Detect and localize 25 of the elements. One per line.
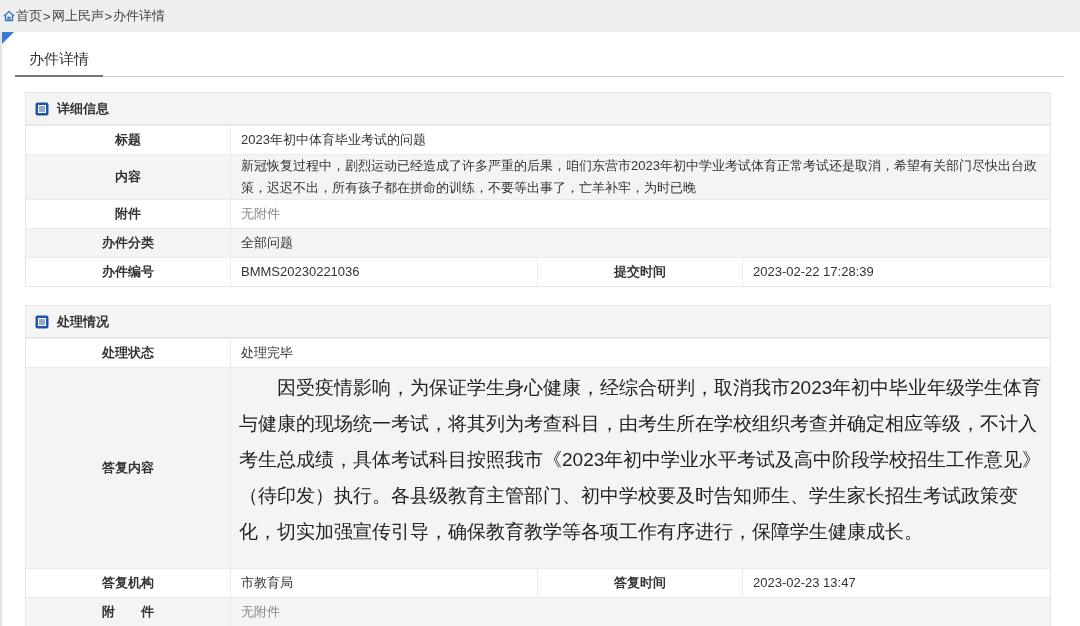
document-list-icon <box>35 314 49 329</box>
field-value: BMMS20230221036 <box>231 258 538 286</box>
document-list-icon <box>35 101 49 116</box>
field-label: 提交时间 <box>538 258 743 286</box>
field-value: 2023年初中体育毕业考试的问题 <box>240 131 427 149</box>
field-value: 新冠恢复过程中，剧烈运动已经造成了许多严重的后果，咱们东营市2023年初中学业考试体育正常考试还是取消，希望有关部门尽快出台政策，迟迟不出，所有孩子都在拼命的训练，不要等出事了，亡羊补牢，为时已晚 <box>240 157 1038 197</box>
field-value: 无附件 <box>240 205 281 223</box>
breadcrumb-separator: > <box>104 8 113 24</box>
section-title: 详细信息 <box>57 99 109 118</box>
field-value: 无附件 <box>240 603 281 621</box>
field-value: 全部问题 <box>240 234 294 252</box>
breadcrumb-link[interactable]: 办件详情 <box>113 7 166 25</box>
field-label: 办件编号 <box>26 258 231 286</box>
page-tab[interactable]: 办件详情 <box>15 48 103 77</box>
home-icon[interactable] <box>3 10 15 22</box>
breadcrumb-separator: > <box>43 8 51 24</box>
field-value: 2023-02-23 13:47 <box>752 574 857 592</box>
field-label: 附 件 <box>26 598 231 626</box>
breadcrumb-link[interactable]: 网上民声 <box>51 7 104 25</box>
section-title: 处理情况 <box>57 312 109 331</box>
field-value: 2023-02-22 17:28:39 <box>752 263 875 281</box>
field-value: 处理完毕 <box>240 344 294 362</box>
reply-text: 因受疫情影响，为保证学生身心健康，经综合研判，取消我市2023年初中毕业年级学生体育与健康的现场统一考试，将其列为考查科目，由考生所在学校组织考查并确定相应等级，不计入考生总成绩，具体考试科目按照我市《2023年初中学业水平考试及高中阶段学校招生工作意见》（待印发）执行。各县级教育主管部门、初中学校要及时告知师生、学生家长招生考试政策变化，切实加强宣传引导，确保教育教学等各项工作有序进行，保障学生健康成长。 <box>238 376 1043 544</box>
corner-triangle-icon <box>2 32 14 44</box>
breadcrumb-link[interactable]: 首页 <box>16 7 42 25</box>
